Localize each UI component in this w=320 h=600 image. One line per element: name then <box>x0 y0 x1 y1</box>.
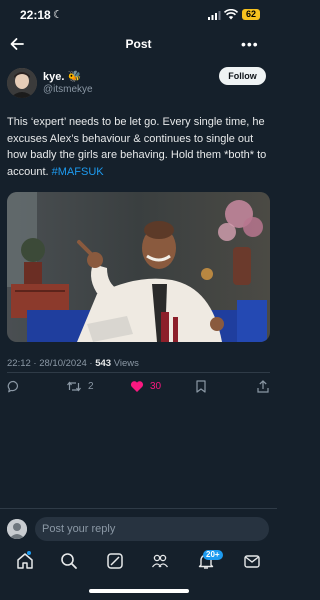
follow-button[interactable]: Follow <box>219 67 266 85</box>
hashtag-link[interactable]: #MAFSUK <box>52 166 104 178</box>
repost-count: 2 <box>88 381 94 392</box>
post-datetime: 22:12 · 28/10/2024 · <box>7 358 96 369</box>
mail-icon[interactable] <box>243 552 261 570</box>
bookmark-icon[interactable] <box>195 380 207 393</box>
post-meta: 22:12 · 28/10/2024 · 543 Views <box>7 358 139 369</box>
search-icon[interactable] <box>60 552 78 570</box>
home-icon[interactable] <box>16 552 34 570</box>
notifications-badge: 20+ <box>203 550 223 560</box>
post-body: This ‘expert’ needs to be let go. Every … <box>7 116 267 178</box>
divider <box>7 372 270 373</box>
user-avatar <box>7 519 27 539</box>
reply-icon[interactable] <box>7 380 20 393</box>
home-indicator <box>89 589 189 593</box>
views-count: 543 <box>95 358 112 369</box>
heart-icon[interactable] <box>130 380 144 393</box>
author-name[interactable]: kye. 🐝 <box>43 70 81 83</box>
views-label: Views <box>111 358 139 369</box>
signal-icon <box>208 11 221 20</box>
like-count: 30 <box>150 381 162 392</box>
post-text: This ‘expert’ needs to be let go. Every … <box>7 114 269 180</box>
repost-icon[interactable] <box>66 380 82 393</box>
post-image[interactable] <box>7 192 270 342</box>
share-icon[interactable] <box>257 380 269 393</box>
status-time: 22:18 <box>20 8 51 22</box>
author-handle[interactable]: @itsmekye <box>43 84 93 95</box>
battery-indicator: 62 <box>242 9 260 20</box>
grok-icon[interactable] <box>106 552 124 570</box>
communities-icon[interactable] <box>151 552 169 570</box>
wifi-icon <box>224 9 238 20</box>
divider <box>0 508 277 509</box>
more-icon[interactable]: ••• <box>241 37 259 51</box>
reply-input[interactable]: Post your reply <box>35 517 269 541</box>
author-avatar[interactable] <box>7 68 37 98</box>
moon-icon: ☾ <box>53 9 63 21</box>
page-title: Post <box>125 37 152 51</box>
